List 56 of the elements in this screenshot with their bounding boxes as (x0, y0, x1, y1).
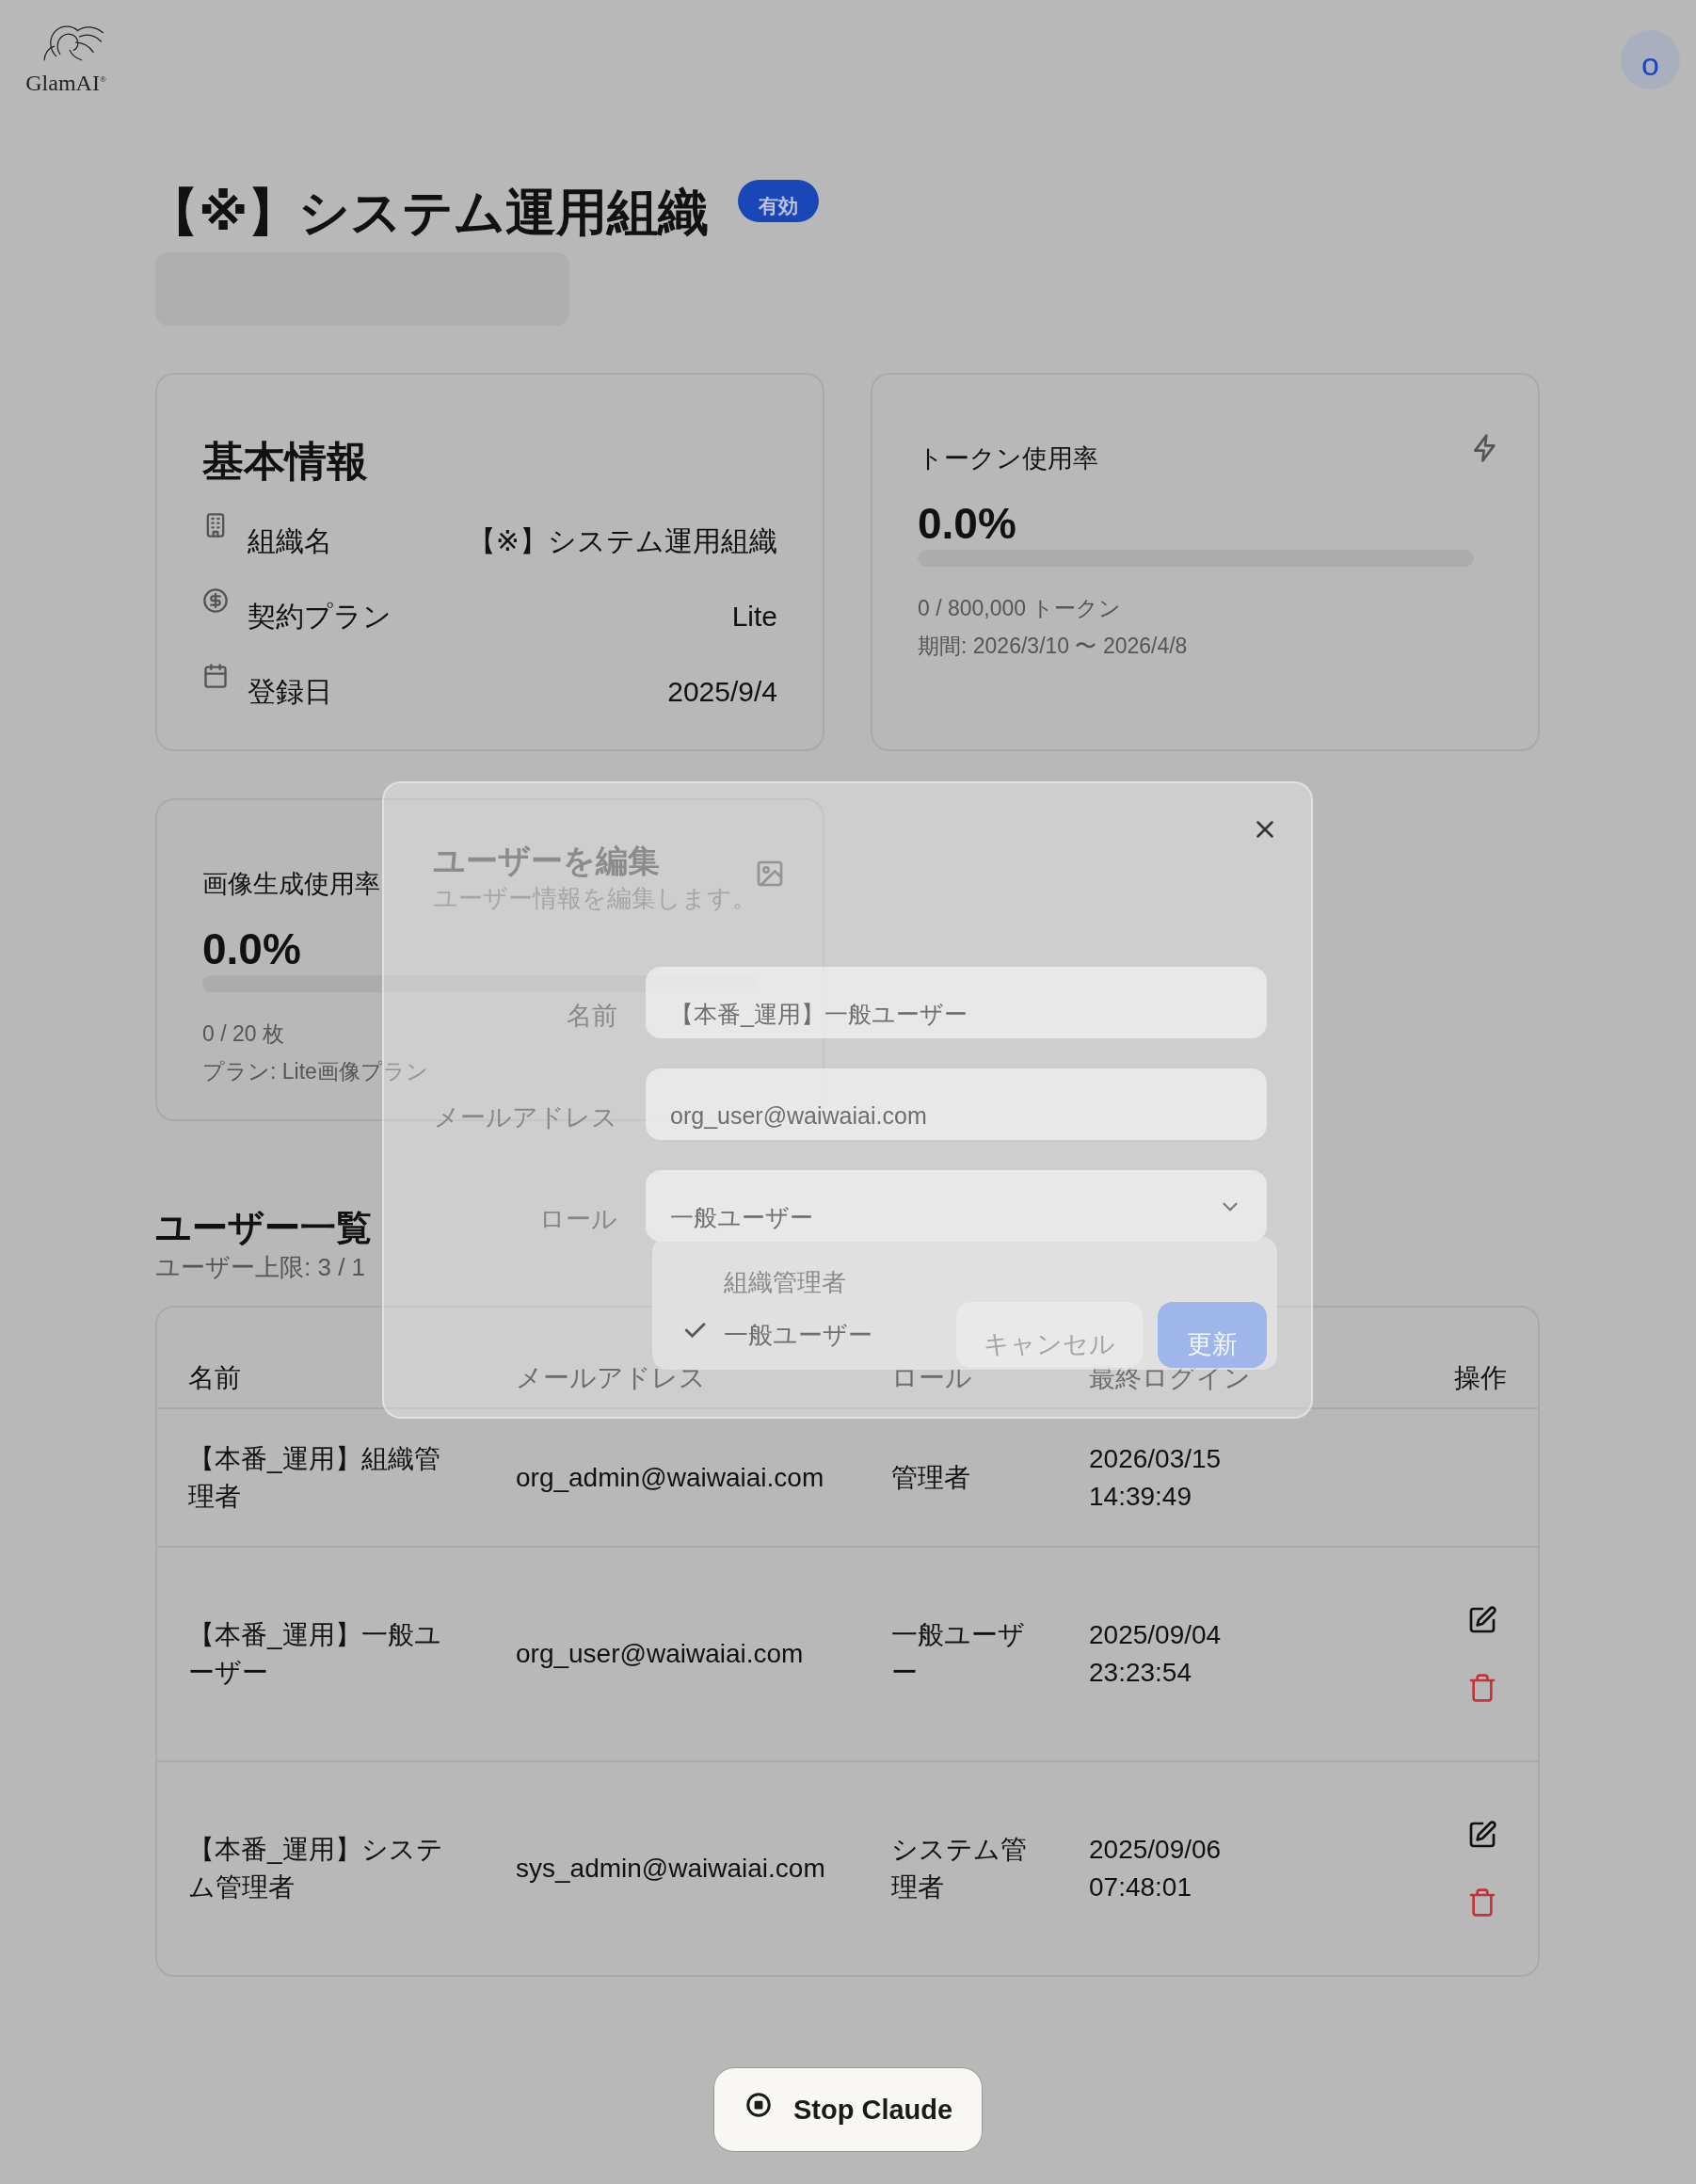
table-cell-text: 【本番_運用】一般ユーザー (188, 1619, 442, 1689)
column-header: メールアドレス (516, 1362, 706, 1394)
dialog-title: ユーザーを編集 (433, 842, 660, 880)
calendar-icon (202, 663, 229, 689)
table-cell-text: 2025/09/06 07:48:01 (1089, 1834, 1223, 1903)
usage-percent: 0.0% (202, 923, 301, 975)
usage-count: 0 / 20 枚 (202, 1020, 284, 1048)
logo[interactable]: GlamAI$^{®}$ (19, 17, 113, 96)
info-label: 登録日 (248, 674, 333, 709)
field-label: 名前 (566, 1001, 617, 1032)
dollar-icon (202, 587, 229, 614)
select-value: 一般ユーザー (670, 1202, 813, 1232)
logo-text: GlamAI$^{®}$ (25, 70, 106, 96)
field-label: ロール (538, 1204, 617, 1235)
field-label: メールアドレス (433, 1102, 617, 1133)
stop-button[interactable]: Stop Claude (713, 2067, 983, 2152)
role-select[interactable]: 一般ユーザー (646, 1170, 1267, 1242)
table-cell-text: 【本番_運用】システム管理者 (188, 1834, 444, 1903)
page-title: 【※】システム運用組織 (148, 183, 710, 242)
delete-icon[interactable] (1467, 1887, 1497, 1918)
usage-count: 0 / 800,000 トークン (918, 595, 1122, 622)
usage-title: トークン使用率 (918, 443, 1098, 474)
user-avatar[interactable]: o (1621, 30, 1680, 89)
column-header: 名前 (188, 1362, 242, 1394)
delete-icon[interactable] (1467, 1673, 1497, 1703)
usage-title: 画像生成使用率 (202, 869, 380, 900)
column-header: 操作 (1454, 1362, 1507, 1394)
table-cell-text: システム管理者 (891, 1834, 1028, 1903)
table-cell-text: 【本番_運用】組織管理者 (188, 1442, 441, 1513)
table-cell-text: 一般ユーザー (891, 1619, 1026, 1689)
status-badge: 有効 (737, 180, 819, 222)
user-limit: ユーザー上限: 3 / 1 (155, 1252, 366, 1283)
table-cell-text: org_admin@waiwaiai.com (516, 1461, 825, 1494)
section-title: ユーザー一覧 (155, 1207, 372, 1249)
table-cell-text: 管理者 (891, 1461, 971, 1494)
info-value: 【※】システム運用組織 (467, 523, 777, 558)
table-cell-text: 2025/09/04 23:23:54 (1089, 1619, 1223, 1689)
usage-detail: プラン: Lite画像プラン (202, 1058, 428, 1085)
table-cell-text: sys_admin@waiwaiai.com (516, 1853, 826, 1885)
text-field[interactable]: 【本番_運用】一般ユーザー (646, 967, 1267, 1038)
table-cell-text: 2026/03/15 14:39:49 (1089, 1442, 1223, 1513)
usage-percent: 0.0% (918, 498, 1016, 550)
stop-icon (744, 2091, 773, 2119)
card-title: 基本情報 (202, 437, 369, 486)
text-field[interactable]: org_user@waiwaiai.com (646, 1068, 1267, 1140)
edit-icon[interactable] (1467, 1820, 1497, 1850)
menu-option[interactable]: 組織管理者 (680, 1256, 846, 1309)
info-label: 組織名 (248, 523, 333, 558)
table-cell-text: org_user@waiwaiai.com (516, 1638, 805, 1670)
image-icon (755, 859, 785, 889)
info-label: 契約プラン (248, 599, 392, 634)
menu-option[interactable]: 一般ユーザー (680, 1309, 872, 1361)
info-value: Lite (731, 600, 777, 633)
info-value: 2025/9/4 (667, 675, 777, 708)
usage-detail: 期間: 2026/3/10 〜 2026/4/8 (918, 633, 1188, 660)
edit-icon[interactable] (1467, 1605, 1497, 1635)
